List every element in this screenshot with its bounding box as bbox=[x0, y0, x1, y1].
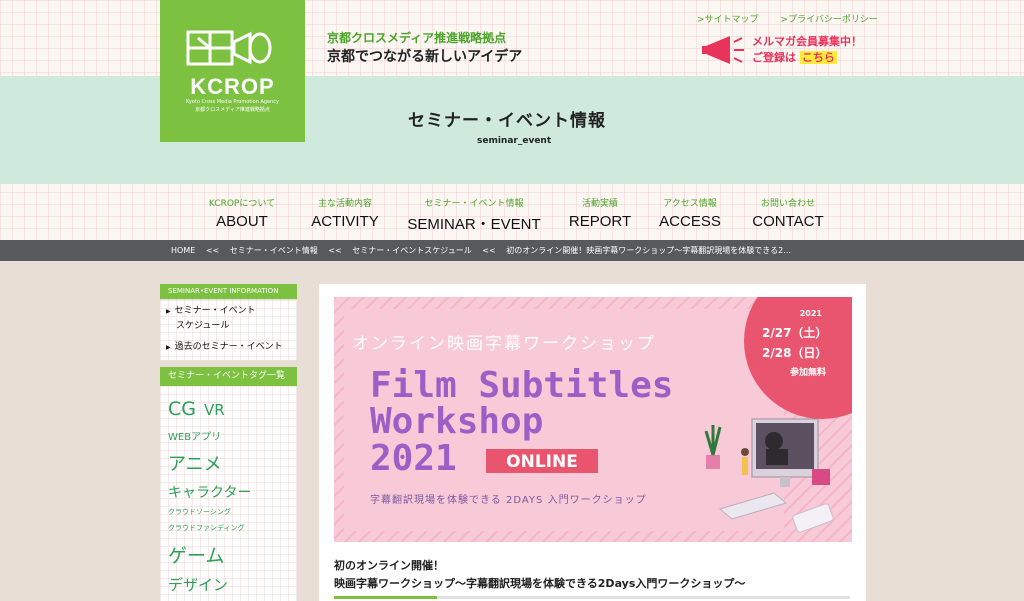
sidebar-item-schedule[interactable]: ▶ セミナー・イベント スケジュール bbox=[166, 304, 256, 333]
newsletter-signup-link[interactable]: こちら bbox=[799, 51, 837, 64]
nav-seminar-event[interactable]: セミナー・イベント情報 SEMINAR・EVENT bbox=[404, 196, 544, 234]
breadcrumb-separator: << bbox=[482, 246, 496, 255]
news-title-line-1[interactable]: 初のオンライン開催！ bbox=[334, 557, 444, 573]
tag-crowdsourcing[interactable]: クラウドソーシング bbox=[168, 507, 231, 517]
slider-progress bbox=[334, 596, 850, 599]
header-tagline-2: 京都でつながる新しいアイデア bbox=[327, 49, 523, 65]
sidebar-item-label: 過去のセミナー・イベント bbox=[174, 342, 283, 352]
breadcrumb: HOME << セミナー・イベント情報 << セミナー・イベントスケジュール <… bbox=[0, 240, 1024, 261]
nav-access[interactable]: アクセス情報 ACCESS bbox=[650, 196, 730, 230]
tag-anime[interactable]: アニメ bbox=[168, 450, 222, 476]
tag-game[interactable]: ゲーム bbox=[168, 541, 224, 568]
utility-links: >サイトマップ >プライバシーポリシー bbox=[697, 12, 900, 25]
nav-activity-jp: 主な活動内容 bbox=[317, 199, 372, 209]
nav-contact-jp: お問い合わせ bbox=[760, 199, 815, 209]
breadcrumb-current: 初のオンライン開催！映画字幕ワークショップ〜字幕翻訳現場を体験できる2… bbox=[506, 246, 792, 255]
tag-crowdfunding[interactable]: クラウドファンディング bbox=[168, 523, 245, 533]
banner-date-2: 2/28（日） bbox=[762, 345, 827, 360]
banner-jp-title: オンライン映画字幕ワークショップ bbox=[352, 334, 656, 354]
breadcrumb-separator: << bbox=[328, 246, 342, 255]
banner-line2: Workshop bbox=[370, 401, 543, 442]
banner-tagline: 字幕翻訳現場を体験できる 2DAYS 入門ワークショップ bbox=[370, 493, 647, 506]
banner-line1: Film Subtitles bbox=[370, 365, 673, 406]
tag-character[interactable]: キャラクター bbox=[168, 482, 251, 502]
newsletter-signup: ご登録は こちら bbox=[752, 49, 837, 65]
page-subtitle: seminar_event bbox=[477, 136, 552, 146]
breadcrumb-home[interactable]: HOME bbox=[171, 246, 195, 255]
newsletter-text: メルマガ会員募集中！ bbox=[752, 35, 862, 48]
logo-sub-en: Kyoto Cross Media Promotion Agency bbox=[185, 99, 280, 105]
nav-report-jp: 活動実績 bbox=[581, 199, 618, 209]
camera-logo-icon bbox=[186, 30, 272, 66]
header-tagline-1: 京都クロスメディア推進戦略拠点 bbox=[327, 31, 507, 45]
logo-wordmark: KCROP bbox=[190, 74, 275, 99]
newsletter-prefix: ご登録は bbox=[752, 51, 796, 64]
sidebar-item-label: セミナー・イベント bbox=[174, 306, 256, 316]
megaphone-icon[interactable] bbox=[700, 32, 748, 68]
sidebar-item-label: スケジュール bbox=[176, 321, 230, 331]
nav-access-en: ACCESS bbox=[659, 213, 721, 230]
sidebar-info-heading: SEMINAR•EVENT INFORMATION bbox=[160, 284, 297, 299]
nav-report[interactable]: 活動実績 REPORT bbox=[560, 196, 640, 230]
nav-about-en: ABOUT bbox=[216, 213, 268, 230]
tag-vr[interactable]: VR bbox=[204, 401, 225, 419]
nav-contact-en: CONTACT bbox=[752, 213, 824, 230]
nav-seminar-en: SEMINAR・EVENT bbox=[407, 216, 541, 233]
nav-report-en: REPORT bbox=[568, 213, 632, 230]
tag-cg[interactable]: CG bbox=[168, 398, 196, 420]
banner-line3: 2021 bbox=[370, 438, 457, 479]
logo-sub-jp: 京都クロスメディア推進戦略拠点 bbox=[195, 107, 270, 113]
event-banner-image[interactable]: オンライン映画字幕ワークショップ Film Subtitles Workshop… bbox=[334, 297, 852, 542]
sidebar-item-past-events[interactable]: ▶ 過去のセミナー・イベント bbox=[166, 340, 283, 355]
triangle-right-icon: ▶ bbox=[166, 308, 171, 315]
nav-about-jp: KCROPについて bbox=[208, 199, 276, 209]
page-title: セミナー・イベント情報 bbox=[408, 111, 606, 131]
nav-activity-en: ACTIVITY bbox=[311, 213, 379, 230]
sitemap-link[interactable]: >サイトマップ bbox=[697, 15, 759, 25]
sidebar-tag-heading: セミナー・イベントタグ一覧 bbox=[160, 367, 297, 386]
privacy-policy-link[interactable]: >プライバシーポリシー bbox=[781, 15, 878, 25]
banner-date-1: 2/27（土） bbox=[762, 325, 827, 340]
tag-design[interactable]: デザイン bbox=[168, 574, 228, 595]
sidebar-info-list: ▶ セミナー・イベント スケジュール ▶ 過去のセミナー・イベント bbox=[160, 300, 297, 360]
triangle-right-icon: ▶ bbox=[166, 344, 171, 351]
banner-free: 参加無料 bbox=[790, 366, 826, 378]
nav-about[interactable]: KCROPについて ABOUT bbox=[190, 196, 294, 230]
banner-year: 2021 bbox=[800, 309, 823, 318]
breadcrumb-seminar-info[interactable]: セミナー・イベント情報 bbox=[230, 246, 318, 255]
nav-activity[interactable]: 主な活動内容 ACTIVITY bbox=[296, 196, 394, 230]
breadcrumb-schedule[interactable]: セミナー・イベントスケジュール bbox=[352, 246, 471, 255]
nav-contact[interactable]: お問い合わせ CONTACT bbox=[742, 196, 834, 230]
nav-seminar-jp: セミナー・イベント情報 bbox=[424, 199, 524, 209]
breadcrumb-separator: << bbox=[205, 246, 220, 255]
nav-access-jp: アクセス情報 bbox=[663, 199, 717, 209]
kcrop-logo[interactable]: KCROP Kyoto Cross Media Promotion Agency… bbox=[160, 0, 305, 142]
slider-progress-fill bbox=[334, 596, 438, 599]
news-title-line-2[interactable]: 映画字幕ワークショップ〜字幕翻訳現場を体験できる2Days入門ワークショップ〜 bbox=[334, 575, 745, 591]
tag-web-app[interactable]: WEBアプリ bbox=[168, 428, 221, 443]
online-badge-label: ONLINE bbox=[506, 452, 578, 472]
tag-cloud: CG VR WEBアプリ アニメ キャラクター クラウドソーシング クラウドファ… bbox=[160, 386, 297, 601]
